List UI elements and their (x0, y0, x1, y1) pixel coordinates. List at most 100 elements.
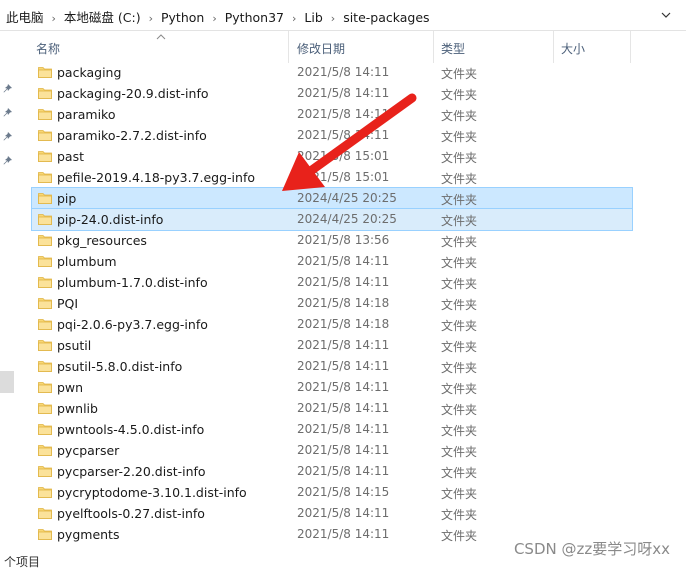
column-header-row: 名称 修改日期 类型 大小 (30, 31, 640, 63)
file-row[interactable]: PQI 2021/5/8 14:18 文件夹 (32, 293, 632, 314)
file-row[interactable]: plumbum 2021/5/8 14:11 文件夹 (32, 251, 632, 272)
column-divider[interactable] (630, 31, 631, 63)
pin-icon[interactable] (2, 131, 13, 142)
file-row[interactable]: pip 2024/4/25 20:25 文件夹 (31, 187, 633, 210)
file-name[interactable]: psutil (57, 338, 91, 353)
column-header-size[interactable]: 大小 (561, 40, 585, 57)
file-name[interactable]: packaging (57, 65, 121, 80)
file-name[interactable]: psutil-5.8.0.dist-info (57, 359, 182, 374)
pin-icon[interactable] (2, 155, 13, 166)
file-name[interactable]: PQI (57, 296, 78, 311)
file-row[interactable]: pwn 2021/5/8 14:11 文件夹 (32, 377, 632, 398)
file-name[interactable]: pycryptodome-3.10.1.dist-info (57, 485, 247, 500)
column-divider[interactable] (288, 31, 289, 63)
breadcrumb-separator-icon[interactable]: › (331, 12, 335, 25)
folder-icon (38, 485, 52, 499)
file-row[interactable]: packaging-20.9.dist-info 2021/5/8 14:11 文件… (32, 83, 632, 104)
folder-icon (38, 443, 52, 457)
pin-icon[interactable] (2, 83, 13, 94)
file-name[interactable]: pygments (57, 527, 119, 542)
file-modified-date: 2021/5/8 14:11 (297, 527, 390, 541)
file-row[interactable]: pefile-2019.4.18-py3.7.egg-info 2021/5/8 … (32, 167, 632, 188)
file-type: 文件夹 (441, 256, 478, 270)
file-modified-date: 2024/4/25 20:25 (297, 212, 397, 226)
file-row[interactable]: pwntools-4.5.0.dist-info 2021/5/8 14:11 文件… (32, 419, 632, 440)
file-name[interactable]: pycparser (57, 443, 119, 458)
file-name[interactable]: pwn (57, 380, 83, 395)
navigation-selected-item[interactable] (0, 371, 14, 393)
file-type: 文件夹 (441, 319, 478, 333)
file-row[interactable]: paramiko-2.7.2.dist-info 2021/5/8 14:11 文件… (32, 125, 632, 146)
file-type: 文件夹 (441, 298, 478, 312)
column-header-date[interactable]: 修改日期 (297, 40, 345, 57)
file-name[interactable]: pyelftools-0.27.dist-info (57, 506, 205, 521)
file-modified-date: 2021/5/8 14:11 (297, 65, 390, 79)
breadcrumb-separator-icon[interactable]: › (292, 12, 296, 25)
file-modified-date: 2021/5/8 14:11 (297, 86, 390, 100)
file-name[interactable]: plumbum (57, 254, 117, 269)
chevron-down-icon[interactable] (660, 9, 672, 21)
file-name[interactable]: past (57, 149, 84, 164)
file-row[interactable]: pkg_resources 2021/5/8 13:56 文件夹 (32, 230, 632, 251)
breadcrumb-item-this-pc[interactable]: 此电脑 (6, 7, 44, 26)
address-bar[interactable]: 此电脑 › 本地磁盘 (C:) › Python › Python37 › Lib › site-p… (0, 0, 686, 31)
column-header-name[interactable]: 名称 (36, 40, 60, 57)
file-row[interactable]: plumbum-1.7.0.dist-info 2021/5/8 14:11 文件夹 (32, 272, 632, 293)
file-modified-date: 2021/5/8 14:15 (297, 485, 390, 499)
file-row[interactable]: paramiko 2021/5/8 14:11 文件夹 (32, 104, 632, 125)
breadcrumb-item-python37[interactable]: Python37 (225, 10, 284, 25)
file-row[interactable]: pip-24.0.dist-info 2024/4/25 20:25 文件夹 (31, 208, 633, 231)
file-name[interactable]: pkg_resources (57, 233, 147, 248)
breadcrumb-item-lib[interactable]: Lib (304, 10, 322, 25)
file-type: 文件夹 (441, 235, 478, 249)
file-modified-date: 2021/5/8 14:11 (297, 254, 390, 268)
file-type: 文件夹 (441, 403, 478, 417)
file-type: 文件夹 (441, 130, 478, 144)
file-name[interactable]: plumbum-1.7.0.dist-info (57, 275, 208, 290)
file-name[interactable]: pip-24.0.dist-info (57, 212, 163, 227)
file-modified-date: 2021/5/8 14:11 (297, 338, 390, 352)
column-divider[interactable] (433, 31, 434, 63)
column-header-type[interactable]: 类型 (441, 40, 465, 57)
file-row[interactable]: psutil-5.8.0.dist-info 2021/5/8 14:11 文件夹 (32, 356, 632, 377)
breadcrumb-separator-icon[interactable]: › (212, 12, 216, 25)
file-type: 文件夹 (441, 277, 478, 291)
file-name[interactable]: pqi-2.0.6-py3.7.egg-info (57, 317, 208, 332)
folder-icon (38, 212, 52, 226)
breadcrumb-separator-icon[interactable]: › (149, 12, 153, 25)
file-name[interactable]: pycparser-2.20.dist-info (57, 464, 206, 479)
breadcrumb-separator-icon[interactable]: › (52, 12, 56, 25)
file-row[interactable]: packaging 2021/5/8 14:11 文件夹 (32, 62, 632, 83)
file-name[interactable]: paramiko-2.7.2.dist-info (57, 128, 207, 143)
file-modified-date: 2021/5/8 14:11 (297, 506, 390, 520)
column-divider[interactable] (553, 31, 554, 63)
pin-icon[interactable] (2, 107, 13, 118)
file-row[interactable]: pycparser-2.20.dist-info 2021/5/8 14:11 文件… (32, 461, 632, 482)
file-row[interactable]: pyelftools-0.27.dist-info 2021/5/8 14:11 文… (32, 503, 632, 524)
breadcrumb-item-site-packages[interactable]: site-packages (343, 10, 429, 25)
folder-icon (38, 254, 52, 268)
file-modified-date: 2021/5/8 13:56 (297, 233, 390, 247)
folder-icon (38, 149, 52, 163)
file-name[interactable]: pwntools-4.5.0.dist-info (57, 422, 204, 437)
file-name[interactable]: pefile-2019.4.18-py3.7.egg-info (57, 170, 255, 185)
breadcrumb-item-python[interactable]: Python (161, 10, 204, 25)
file-name[interactable]: paramiko (57, 107, 115, 122)
file-row[interactable]: pqi-2.0.6-py3.7.egg-info 2021/5/8 14:18 文件… (32, 314, 632, 335)
file-name[interactable]: packaging-20.9.dist-info (57, 86, 209, 101)
file-type: 文件夹 (441, 172, 478, 186)
file-row[interactable]: pycparser 2021/5/8 14:11 文件夹 (32, 440, 632, 461)
file-name[interactable]: pip (57, 191, 76, 206)
file-type: 文件夹 (441, 67, 478, 81)
folder-icon (38, 65, 52, 79)
file-row[interactable]: past 2021/5/8 15:01 文件夹 (32, 146, 632, 167)
file-modified-date: 2021/5/8 14:11 (297, 443, 390, 457)
file-list: packaging 2021/5/8 14:11 文件夹 packaging-20.9… (31, 62, 633, 545)
file-row[interactable]: pwnlib 2021/5/8 14:11 文件夹 (32, 398, 632, 419)
breadcrumb-item-local-disk[interactable]: 本地磁盘 (C:) (64, 7, 141, 26)
file-name[interactable]: pwnlib (57, 401, 98, 416)
file-row[interactable]: psutil 2021/5/8 14:11 文件夹 (32, 335, 632, 356)
file-modified-date: 2021/5/8 14:11 (297, 422, 390, 436)
file-row[interactable]: pycryptodome-3.10.1.dist-info 2021/5/8 14… (32, 482, 632, 503)
file-type: 文件夹 (441, 529, 478, 543)
